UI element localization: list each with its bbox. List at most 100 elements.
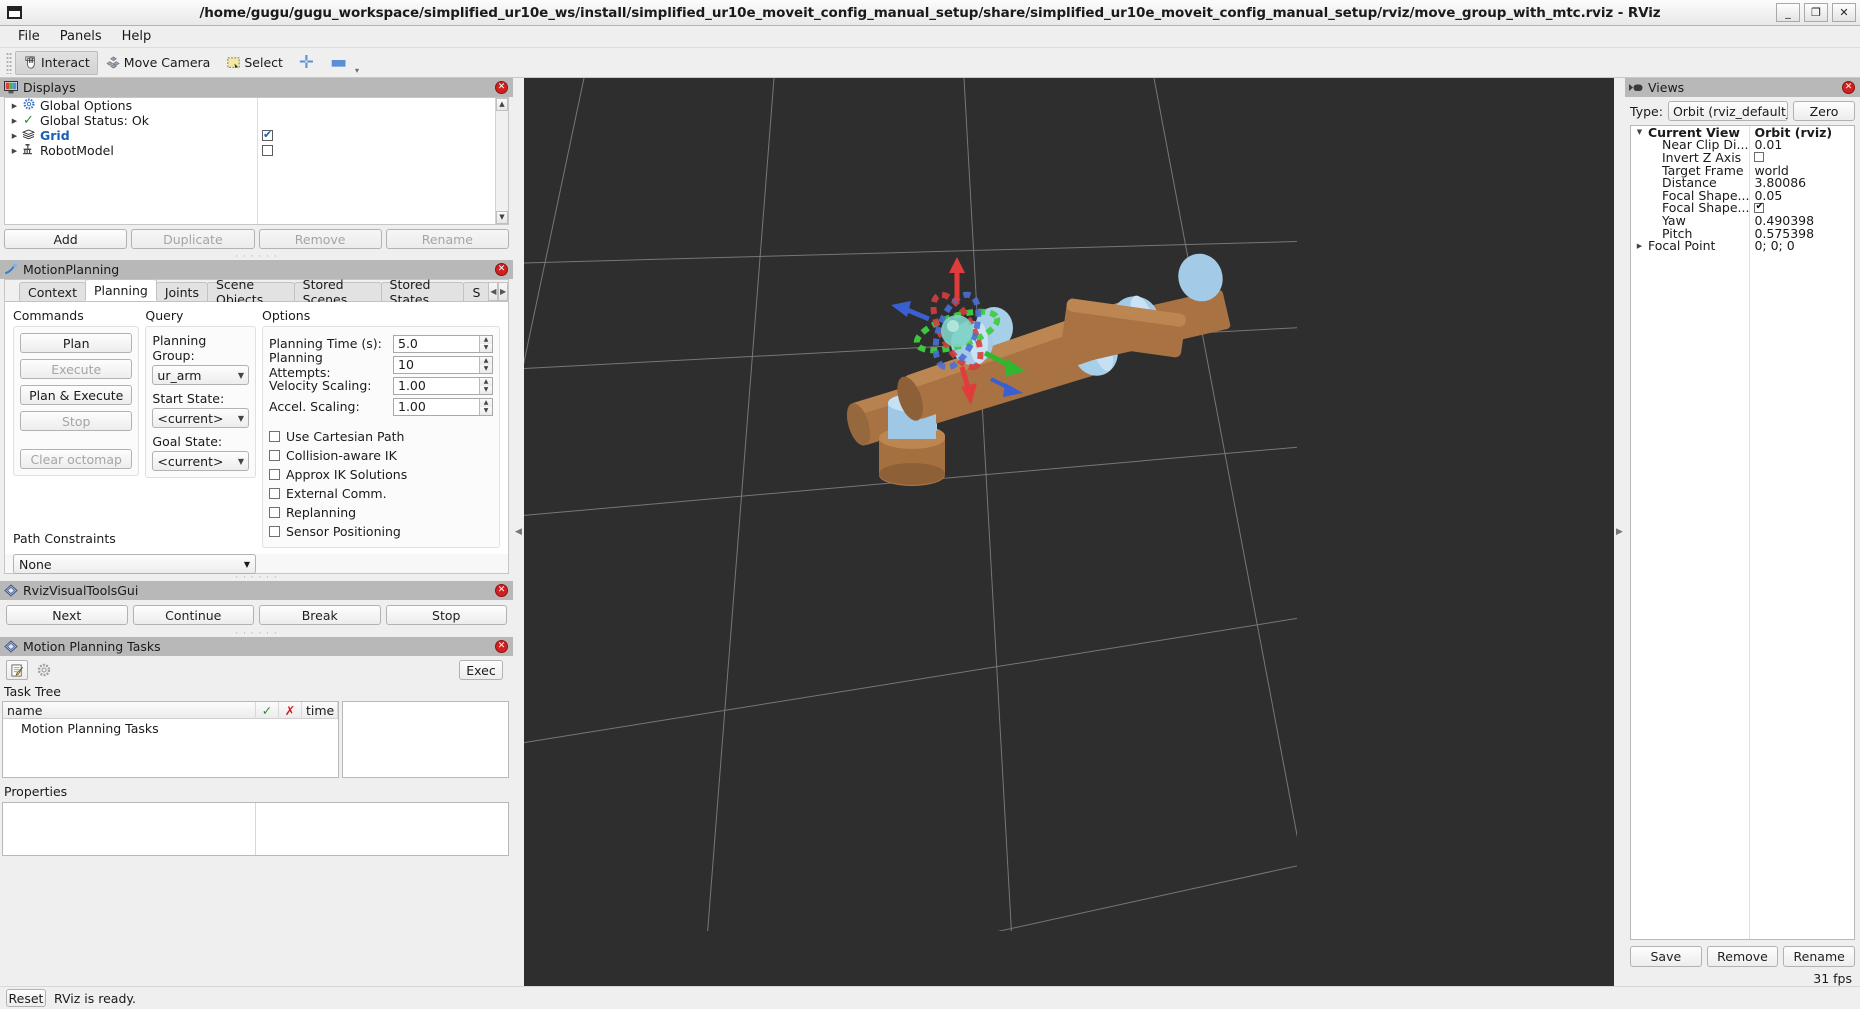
expand-arrow-icon[interactable]: ▶ <box>1631 242 1648 250</box>
sensor-positioning-checkbox[interactable] <box>269 526 280 537</box>
displays-close-icon[interactable]: ✕ <box>495 81 508 94</box>
toolbar-grip[interactable] <box>6 51 12 74</box>
3d-viewport[interactable] <box>524 78 1614 986</box>
rvizvisualtools-close-icon[interactable]: ✕ <box>495 584 508 597</box>
velocity-scaling-input[interactable]: 1.00 ▲ ▼ <box>393 376 493 395</box>
view-type-select[interactable]: Orbit (rviz_default_ ▼ <box>1667 101 1788 121</box>
tab-context[interactable]: Context <box>19 282 86 301</box>
path-constraints-select[interactable]: None ▼ <box>13 554 256 574</box>
invert-z-axis-checkbox[interactable] <box>1754 152 1765 163</box>
tool-move-camera-button[interactable]: Move Camera <box>98 51 219 75</box>
accel-scaling-input[interactable]: 1.00 ▲ ▼ <box>393 397 493 416</box>
minimize-button[interactable]: _ <box>1776 3 1800 22</box>
display-item-global-options[interactable]: ▶ Global Options <box>5 98 257 113</box>
duplicate-display-button[interactable]: Duplicate <box>131 229 255 249</box>
zero-button[interactable]: Zero <box>1793 101 1855 121</box>
focal-shape-fixed-size-checkbox[interactable] <box>1754 201 1765 213</box>
expand-arrow-icon[interactable]: ▶ <box>8 147 21 155</box>
scroll-up-icon[interactable]: ▲ <box>496 98 508 111</box>
add-display-button[interactable]: Add <box>4 229 128 249</box>
task-solutions-pane[interactable] <box>342 701 509 778</box>
use-cartesian-path-checkbox[interactable] <box>269 431 280 442</box>
tool-interact-button[interactable]: Interact <box>15 50 98 75</box>
collapse-arrow-icon[interactable]: ▼ <box>1631 128 1648 136</box>
collision-aware-ik-row[interactable]: Collision-aware IK <box>269 446 493 465</box>
expand-arrow-icon[interactable]: ▶ <box>8 132 21 140</box>
tabs-scroll-right-icon[interactable]: ▶ <box>498 282 508 301</box>
task-tree-table[interactable]: name ✓ ✗ time Motion Planning Tasks <box>2 701 339 778</box>
start-state-select[interactable]: <current> ▼ <box>152 408 249 428</box>
spinner-buttons[interactable]: ▲ ▼ <box>479 398 492 415</box>
panel-splitter[interactable]: · · · · · · <box>0 629 513 638</box>
rename-view-button[interactable]: Rename <box>1783 946 1856 967</box>
3d-scene[interactable] <box>524 78 1297 931</box>
stop-button[interactable]: Stop <box>20 411 133 431</box>
column-header-name[interactable]: name <box>3 702 256 718</box>
display-item-grid[interactable]: ▶ Grid <box>5 128 257 143</box>
scroll-down-icon[interactable]: ▼ <box>496 211 508 224</box>
views-close-icon[interactable]: ✕ <box>1842 81 1855 94</box>
right-dock-collapse-handle[interactable]: ▶ <box>1614 78 1625 986</box>
replanning-checkbox[interactable] <box>269 507 280 518</box>
remove-view-button[interactable]: Remove <box>1706 946 1779 967</box>
goal-state-select[interactable]: <current> ▼ <box>152 451 249 471</box>
left-dock-collapse-handle[interactable]: ◀ <box>513 78 524 986</box>
planning-time-input[interactable]: 5.0 ▲ ▼ <box>393 334 493 353</box>
external-comm-row[interactable]: External Comm. <box>269 484 493 503</box>
task-tree-row[interactable]: Motion Planning Tasks <box>3 719 338 736</box>
tool-select-button[interactable]: Select <box>218 51 291 75</box>
stop-button[interactable]: Stop <box>385 605 507 625</box>
plan-and-execute-button[interactable]: Plan & Execute <box>20 385 133 405</box>
menu-item-panels[interactable]: Panels <box>50 27 112 46</box>
displays-tree[interactable]: ▶ Global Options ▶ ✓ Global Status: Ok ▶ <box>4 97 509 225</box>
views-property-tree[interactable]: ▼ Current View Near Clip Di... Invert Z A… <box>1630 125 1855 940</box>
display-enabled-checkbox-grid[interactable] <box>258 128 495 143</box>
remove-display-button[interactable]: Remove <box>258 229 382 249</box>
motionplanningtasks-close-icon[interactable]: ✕ <box>495 640 508 653</box>
clear-octomap-button[interactable]: Clear octomap <box>20 449 133 469</box>
column-header-success-icon[interactable]: ✓ <box>256 702 279 718</box>
column-header-time[interactable]: time <box>302 702 338 718</box>
display-enabled-checkbox-robotmodel[interactable] <box>258 143 495 158</box>
tab-stored-states[interactable]: Stored States <box>380 277 465 307</box>
external-comm-checkbox[interactable] <box>269 488 280 499</box>
plan-button[interactable]: Plan <box>20 333 133 353</box>
reset-button[interactable]: Reset <box>6 989 46 1007</box>
task-settings-gear-icon[interactable] <box>33 660 55 680</box>
exec-button[interactable]: Exec <box>459 660 503 680</box>
tab-stored-scenes[interactable]: Stored Scenes <box>293 277 382 307</box>
planning-attempts-input[interactable]: 10 ▲ ▼ <box>393 355 493 374</box>
add-tool-icon[interactable]: ✛ <box>291 53 322 72</box>
window-controls[interactable]: _ ❐ ✕ <box>1776 3 1856 22</box>
continue-button[interactable]: Continue <box>132 605 254 625</box>
spinner-buttons[interactable]: ▲ ▼ <box>479 377 492 394</box>
rename-display-button[interactable]: Rename <box>385 229 509 249</box>
panel-splitter[interactable]: · · · · · · <box>0 573 513 582</box>
close-button[interactable]: ✕ <box>1832 3 1856 22</box>
collision-aware-ik-checkbox[interactable] <box>269 450 280 461</box>
tab-joints[interactable]: Joints <box>155 282 208 301</box>
execute-button[interactable]: Execute <box>20 359 133 379</box>
spinner-buttons[interactable]: ▲ ▼ <box>479 356 492 373</box>
display-item-robotmodel[interactable]: ▶ RobotModel <box>5 143 257 158</box>
planning-group-select[interactable]: ur_arm ▼ <box>152 365 249 385</box>
toolbar-overflow-icon[interactable]: ▾ <box>355 66 359 77</box>
view-value-focal-shape-size[interactable]: 0.05 <box>1750 188 1854 203</box>
menu-item-help[interactable]: Help <box>112 27 162 46</box>
use-cartesian-path-row[interactable]: Use Cartesian Path <box>269 427 493 446</box>
menu-item-file[interactable]: File <box>8 27 50 46</box>
remove-tool-icon[interactable]: ▬ <box>322 53 355 72</box>
column-header-failure-icon[interactable]: ✗ <box>279 702 302 718</box>
tabs-scroll-left-icon[interactable]: ◀ <box>488 282 499 301</box>
motionplanning-close-icon[interactable]: ✕ <box>495 263 508 276</box>
approx-ik-solutions-checkbox[interactable] <box>269 469 280 480</box>
spinner-buttons[interactable]: ▲ ▼ <box>479 335 492 352</box>
maximize-button[interactable]: ❐ <box>1804 3 1828 22</box>
properties-table[interactable] <box>2 802 509 856</box>
panel-splitter[interactable]: · · · · · · <box>0 252 513 261</box>
display-item-global-status[interactable]: ▶ ✓ Global Status: Ok <box>5 113 257 128</box>
view-prop-focal-point[interactable]: ▶ Focal Point <box>1631 238 1749 253</box>
next-button[interactable]: Next <box>6 605 128 625</box>
tab-scene-objects[interactable]: Scene Objects <box>206 277 295 307</box>
tab-planning[interactable]: Planning <box>84 279 157 301</box>
